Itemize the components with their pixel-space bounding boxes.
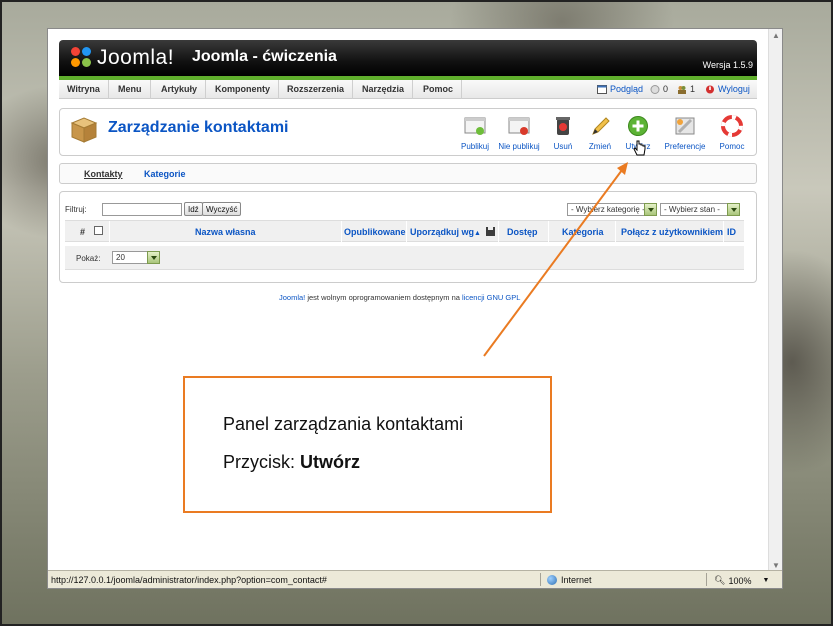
annotation-callout: Panel zarządzania kontaktami Przycisk: U… [183,376,552,513]
callout-line2: Przycisk: Utwórz [223,452,360,473]
callout-line1: Panel zarządzania kontaktami [223,414,464,434]
hand-cursor-icon [633,140,646,156]
callout-line2-bold: Utwórz [300,452,361,472]
callout-line2-prefix: Przycisk: [223,452,301,472]
callout-arrow [483,162,628,357]
